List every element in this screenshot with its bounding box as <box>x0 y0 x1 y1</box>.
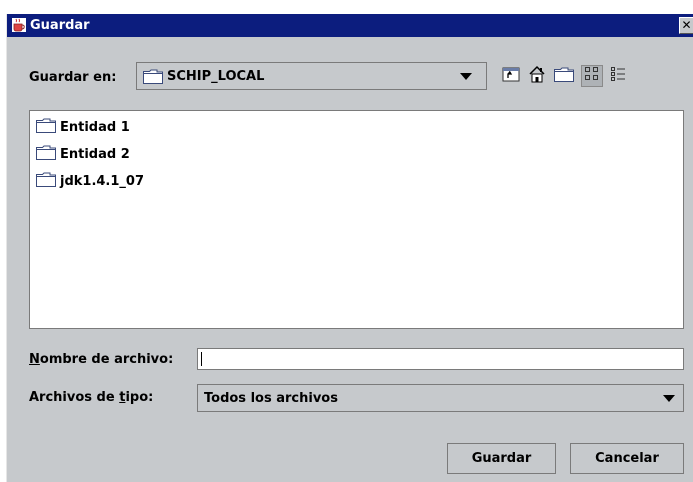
java-cup-icon <box>11 17 27 33</box>
save-in-combobox[interactable]: SCHIP_LOCAL <box>136 62 487 90</box>
file-list[interactable]: Entidad 1 Entidad 2 jdk1.4.1_07 <box>29 110 684 329</box>
close-button[interactable]: ✕ <box>679 17 693 34</box>
list-view-button[interactable] <box>581 65 603 87</box>
folder-icon <box>143 69 163 88</box>
up-one-level-button[interactable] <box>500 65 522 87</box>
chevron-down-icon[interactable] <box>460 73 472 80</box>
new-folder-icon <box>554 67 574 86</box>
home-icon <box>528 65 546 87</box>
chevron-down-icon[interactable] <box>663 395 675 402</box>
file-name: jdk1.4.1_07 <box>60 173 145 189</box>
window-title: Guardar <box>30 18 90 33</box>
list-item[interactable]: Entidad 1 <box>36 118 130 136</box>
file-name-label-rest: ombre de archivo: <box>39 352 174 367</box>
file-type-label-post: ipo: <box>125 390 154 405</box>
new-folder-button[interactable] <box>553 65 575 87</box>
folder-icon <box>36 172 56 191</box>
folder-up-icon <box>502 66 520 86</box>
file-name: Entidad 1 <box>60 119 130 135</box>
file-type-value: Todos los archivos <box>204 391 338 406</box>
save-in-label: Guardar en: <box>29 70 117 85</box>
home-button[interactable] <box>526 65 548 87</box>
cancel-button[interactable]: Cancelar <box>570 443 684 474</box>
save-dialog: Guardar ✕ Guardar en: SCHIP_LOCAL Entida… <box>6 14 693 482</box>
close-icon: ✕ <box>681 18 692 32</box>
file-name-label-mnemonic: N <box>29 352 40 367</box>
title-bar[interactable]: Guardar ✕ <box>7 14 693 37</box>
file-name: Entidad 2 <box>60 146 130 162</box>
list-item[interactable]: jdk1.4.1_07 <box>36 172 144 190</box>
file-type-label: Archivos de tipo: <box>29 390 153 405</box>
file-type-label-pre: Archivos de <box>29 390 120 405</box>
list-view-icon <box>584 66 600 86</box>
save-in-value: SCHIP_LOCAL <box>167 69 265 84</box>
text-caret <box>201 352 202 366</box>
folder-icon <box>36 145 56 164</box>
file-name-input[interactable] <box>197 348 684 370</box>
file-type-combobox[interactable]: Todos los archivos <box>197 384 684 412</box>
details-view-button[interactable] <box>607 65 629 87</box>
save-button[interactable]: Guardar <box>447 443 556 474</box>
details-view-icon <box>610 66 626 86</box>
folder-icon <box>36 118 56 137</box>
list-item[interactable]: Entidad 2 <box>36 145 130 163</box>
file-name-label: Nombre de archivo: <box>29 352 173 367</box>
